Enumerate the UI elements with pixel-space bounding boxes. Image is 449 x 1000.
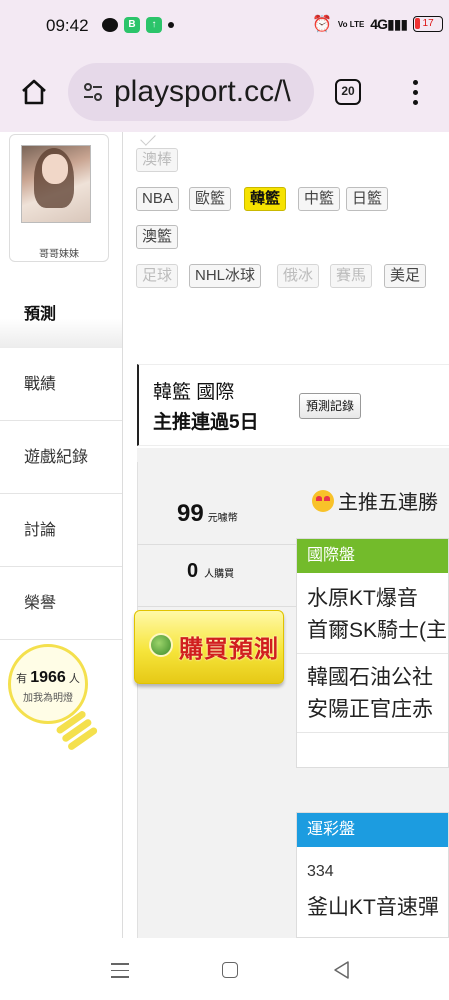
prediction-record-button[interactable]: 預測記錄 (299, 393, 362, 419)
signal-icon: 4G▮▮▮ (370, 15, 408, 32)
bulb-caption: 加我為明燈 (23, 693, 73, 704)
match-away-team: 首爾SK騎士(主 (307, 619, 448, 642)
lottery-odds-card: 運彩盤 334 釜山KT音速彈 (296, 812, 449, 938)
international-header: 國際盤 (297, 539, 448, 573)
sidebar-item-discussion[interactable]: 討論 (0, 494, 122, 567)
caret-icon (140, 132, 156, 146)
follow-bulb-button[interactable]: 有 1966 人 加我為明燈 (8, 644, 108, 774)
chat-notification-icon (102, 18, 118, 32)
streak-text: 主推五連勝 (338, 492, 438, 514)
page-content: 哥哥妹妹 預測 戰績 遊戲紀錄 討論 榮譽 有 1966 人 加我為明燈 澳棒 … (0, 132, 449, 938)
sidebar-item-honor[interactable]: 榮譽 (0, 567, 122, 640)
home-icon[interactable] (20, 78, 48, 106)
price: 99 元噱幣 (177, 500, 238, 528)
avatar[interactable] (21, 145, 91, 223)
sidebar-item-record[interactable]: 戰績 (0, 348, 122, 421)
bulb-prefix: 有 (16, 673, 28, 685)
volte-icon: Vo LTE (337, 19, 365, 29)
buyer-count-value: 0 (187, 560, 199, 582)
follower-count: 1966 (30, 669, 66, 686)
notification-icons: B ↑ (102, 17, 174, 33)
sidebar-item-predict[interactable]: 預測 (0, 282, 122, 348)
tag-aus-basketball[interactable]: 澳籃 (136, 225, 179, 249)
league-title: 韓籃 國際 (153, 382, 235, 403)
address-bar[interactable]: playsport.cc/\ (68, 63, 314, 121)
tag-korea-basketball[interactable]: 韓籃 (244, 187, 287, 211)
prediction-header: 韓籃 國際 主推連過5日 預測記錄 (137, 364, 449, 446)
price-unit: 元噱幣 (207, 513, 238, 524)
system-nav-bar (0, 938, 449, 1000)
match-number: 334 (307, 863, 334, 880)
battery-icon: 17 (413, 16, 444, 32)
star-eyes-emoji-icon (312, 490, 334, 512)
sidebar-nav: 預測 戰績 遊戲紀錄 討論 榮譽 (0, 282, 122, 640)
buyer-count: 0 人購買 (187, 560, 234, 583)
upload-notification-icon: ↑ (146, 17, 162, 33)
tab-switcher-button[interactable]: 20 (335, 79, 361, 105)
streak-banner: 主推五連勝 (312, 486, 438, 515)
match-home-team: 水原KT爆音 (307, 587, 418, 610)
column-divider (122, 132, 123, 938)
recent-apps-icon[interactable] (111, 963, 129, 983)
bulb-icon[interactable]: 有 1966 人 加我為明燈 (8, 644, 88, 724)
battery-level: 17 (422, 18, 434, 29)
tag-china-basketball[interactable]: 中籃 (298, 187, 341, 211)
more-menu-icon[interactable] (407, 78, 423, 108)
back-icon[interactable] (332, 960, 350, 980)
tag-aus-baseball[interactable]: 澳棒 (136, 148, 179, 172)
buy-prediction-button[interactable]: 購買預測 (134, 610, 284, 684)
match-home-team: 韓國石油公社 (307, 666, 433, 689)
bulb-suffix: 人 (68, 673, 80, 685)
match-row[interactable]: 水原KT爆音 首爾SK騎士(主 (297, 573, 448, 654)
tag-nhl[interactable]: NHL冰球 (189, 264, 262, 288)
profile-name[interactable]: 哥哥妹妹 (10, 245, 108, 260)
international-odds-card: 國際盤 水原KT爆音 首爾SK騎士(主 韓國石油公社 安陽正官庄赤 (296, 538, 449, 768)
network-type-label: 4G (370, 15, 388, 32)
more-notifications-icon (168, 22, 174, 28)
tag-american-football[interactable]: 美足 (384, 264, 427, 288)
tag-russia-hockey[interactable]: 俄冰 (277, 264, 320, 288)
status-bar: 09:42 B ↑ ⏰ Vo LTE 4G▮▮▮ 17 (0, 0, 449, 52)
browser-toolbar: playsport.cc/\ 20 (0, 52, 449, 132)
tag-euro-basketball[interactable]: 歐籃 (189, 187, 232, 211)
home-nav-icon[interactable] (222, 962, 238, 978)
url-text[interactable]: playsport.cc/\ (114, 75, 291, 109)
match-row[interactable]: 韓國石油公社 安陽正官庄赤 (297, 654, 448, 733)
tag-horse-racing[interactable]: 賽馬 (330, 264, 373, 288)
alarm-icon: ⏰ (312, 16, 332, 33)
tag-japan-basketball[interactable]: 日籃 (346, 187, 389, 211)
lottery-header: 運彩盤 (297, 813, 448, 847)
site-settings-icon[interactable] (82, 81, 104, 103)
buyer-unit: 人購買 (204, 569, 235, 580)
coin-icon (149, 633, 173, 657)
league-tag-list: 澳棒 NBA 歐籃 韓籃 中籃 日籃 澳籃 足球 NHL冰球 俄冰 賽馬 美足 (127, 132, 449, 296)
tag-nba[interactable]: NBA (136, 187, 179, 211)
status-time: 09:42 (46, 16, 89, 35)
buy-prediction-label: 購買預測 (179, 636, 279, 663)
price-value: 99 (177, 500, 204, 527)
match-team[interactable]: 釜山KT音速彈 (297, 891, 448, 921)
streak-title: 主推連過5日 (153, 412, 259, 433)
sidebar-item-game-log[interactable]: 遊戲紀錄 (0, 421, 122, 494)
app-notification-icon: B (124, 17, 140, 33)
profile-card[interactable]: 哥哥妹妹 (9, 134, 109, 262)
tag-soccer[interactable]: 足球 (136, 264, 179, 288)
system-icons: ⏰ Vo LTE 4G▮▮▮ 17 (312, 14, 444, 34)
match-away-team: 安陽正官庄赤 (307, 698, 433, 721)
